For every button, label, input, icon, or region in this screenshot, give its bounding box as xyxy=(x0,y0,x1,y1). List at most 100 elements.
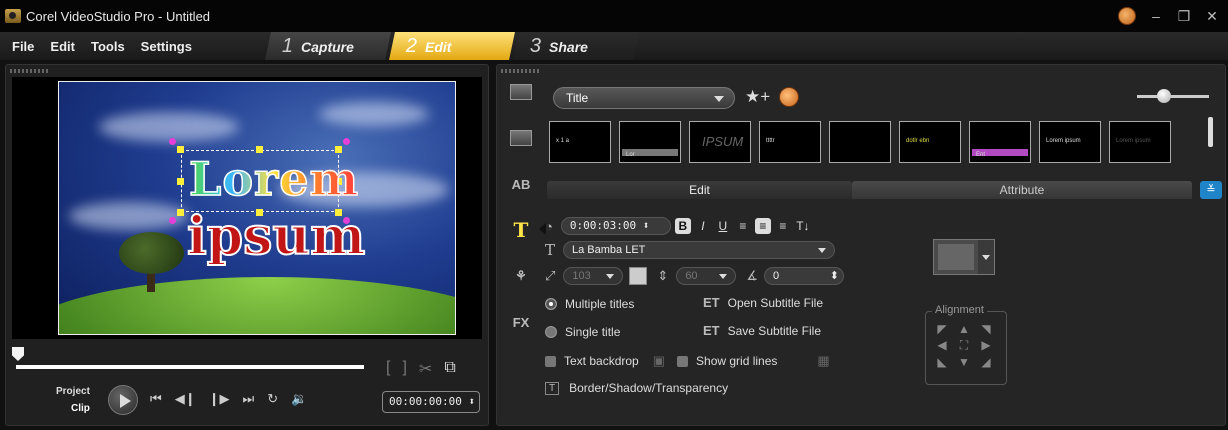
align-bottom-left-icon[interactable]: ◣ xyxy=(932,355,952,369)
timecode-value[interactable]: 00:00:00:00 xyxy=(389,395,462,408)
go-to-start-icon[interactable]: ⏮ xyxy=(150,391,162,407)
open-subtitle-row[interactable]: ET Open Subtitle File xyxy=(703,295,823,310)
align-bottom-center-icon[interactable]: ▼ xyxy=(954,355,974,369)
menu-tools[interactable]: Tools xyxy=(91,39,125,54)
resize-handle[interactable] xyxy=(177,209,184,216)
minimize-button[interactable]: – xyxy=(1148,7,1164,25)
tab-attribute[interactable]: Attribute xyxy=(852,181,1192,199)
next-frame-icon[interactable]: ❙▶ xyxy=(209,391,230,407)
bold-button[interactable]: B xyxy=(674,218,691,234)
underline-button[interactable]: U xyxy=(715,218,731,234)
align-middle-right-icon[interactable]: ▶ xyxy=(976,338,996,353)
font-color-swatch[interactable] xyxy=(629,267,648,285)
align-bottom-right-icon[interactable]: ◢ xyxy=(976,355,996,369)
graphic-tab[interactable]: ⚘ xyxy=(507,263,535,289)
align-left-button[interactable]: ≡ xyxy=(735,218,751,234)
add-to-favorites-icon[interactable]: ★+ xyxy=(745,87,770,107)
panel-grip[interactable] xyxy=(10,69,50,73)
menu-settings[interactable]: Settings xyxy=(141,39,192,54)
angle-spinner-icon[interactable]: ⬍ xyxy=(830,268,839,284)
step-share[interactable]: 3 Share xyxy=(513,32,639,60)
expand-options-button[interactable]: ≚ xyxy=(1200,181,1222,199)
title-thumbnail[interactable]: dotlr ebn xyxy=(899,121,961,163)
backdrop-settings-icon[interactable]: ▣ xyxy=(653,353,665,369)
volume-icon[interactable]: 🔉 xyxy=(291,391,307,407)
panel-grip[interactable] xyxy=(501,69,541,73)
scrubber-track[interactable] xyxy=(16,365,364,369)
project-mode-label[interactable]: Project xyxy=(56,383,90,400)
duration-field[interactable]: 0:00:03:00 ⬍ xyxy=(560,217,671,235)
align-right-button[interactable]: ≡ xyxy=(775,218,791,234)
single-title-radio[interactable] xyxy=(545,326,557,338)
title-thumbnail[interactable]: Lorem ipsum xyxy=(1039,121,1101,163)
show-grid-lines-label[interactable]: Show grid lines xyxy=(696,354,777,368)
line-spacing-dropdown[interactable]: 60 xyxy=(676,267,737,285)
rotate-handle[interactable] xyxy=(343,138,350,145)
timecode-field[interactable]: 00:00:00:00 ⬍ xyxy=(382,391,480,413)
timecode-spinner-icon[interactable]: ⬍ xyxy=(468,395,475,408)
enlarge-preview-icon[interactable]: ⧉ xyxy=(444,359,455,379)
italic-button[interactable]: I xyxy=(695,218,711,234)
font-size-dropdown[interactable]: 103 xyxy=(563,267,624,285)
open-subtitle-label[interactable]: Open Subtitle File xyxy=(728,296,823,310)
save-subtitle-label[interactable]: Save Subtitle File xyxy=(728,324,821,338)
title-thumbnail[interactable]: Ent xyxy=(969,121,1031,163)
border-shadow-label[interactable]: Border/Shadow/Transparency xyxy=(569,381,728,395)
split-clip-icon[interactable]: ✂ xyxy=(419,359,432,379)
title-thumbnail[interactable]: Lor xyxy=(619,121,681,163)
restore-button[interactable]: ❐ xyxy=(1176,7,1192,25)
scrubber-handle[interactable] xyxy=(12,347,24,361)
project-clip-toggle[interactable]: Project Clip xyxy=(56,383,90,417)
mark-in-icon[interactable]: [ xyxy=(386,359,390,379)
border-shadow-icon[interactable]: T xyxy=(545,381,560,395)
align-center-button[interactable]: ≡ xyxy=(754,218,771,234)
save-subtitle-row[interactable]: ET Save Subtitle File xyxy=(703,323,821,338)
title-thumbnail[interactable]: Lorem ipsum xyxy=(1109,121,1171,163)
resize-handle[interactable] xyxy=(177,178,184,185)
menu-edit[interactable]: Edit xyxy=(50,39,75,54)
align-top-right-icon[interactable]: ◥ xyxy=(976,322,996,336)
show-grid-lines-checkbox[interactable] xyxy=(677,355,689,367)
help-globe-icon[interactable] xyxy=(1118,7,1136,25)
get-more-content-icon[interactable] xyxy=(779,87,799,107)
library-scrollbar[interactable] xyxy=(1208,117,1213,147)
vertical-text-button[interactable]: T↓ xyxy=(795,218,811,234)
preview-title-line2[interactable]: ipsum xyxy=(186,205,366,268)
angle-field[interactable]: 0 ⬍ xyxy=(763,267,844,285)
menu-file[interactable]: File xyxy=(12,39,34,54)
library-category-dropdown[interactable]: Title xyxy=(553,87,735,109)
align-top-center-icon[interactable]: ▲ xyxy=(954,322,974,336)
play-button[interactable] xyxy=(108,385,138,415)
multiple-titles-label[interactable]: Multiple titles xyxy=(565,297,634,311)
thumbnail-size-slider[interactable] xyxy=(1137,95,1209,98)
slider-knob[interactable] xyxy=(1157,89,1171,103)
ab-tab[interactable]: AB xyxy=(507,171,535,197)
preview-title-line1[interactable]: Lorem xyxy=(188,151,359,207)
resize-handle[interactable] xyxy=(177,146,184,153)
step-edit[interactable]: 2 Edit xyxy=(389,32,515,60)
background-color-dropdown[interactable] xyxy=(933,239,995,275)
font-dropdown[interactable]: La Bamba LET xyxy=(563,241,836,259)
open-subtitle-icon[interactable]: ET xyxy=(703,295,720,310)
save-subtitle-icon[interactable]: ET xyxy=(703,323,720,338)
go-to-end-icon[interactable]: ⏭ xyxy=(242,391,254,407)
repeat-icon[interactable]: ↻ xyxy=(267,391,278,407)
title-thumbnail[interactable] xyxy=(829,121,891,163)
grid-settings-icon[interactable]: ▦ xyxy=(817,353,829,369)
rotate-handle[interactable] xyxy=(169,217,176,224)
duration-value[interactable]: 0:00:03:00 xyxy=(570,219,636,232)
multiple-titles-radio[interactable] xyxy=(545,298,557,310)
title-thumbnail[interactable]: ttttr xyxy=(759,121,821,163)
transition-tab[interactable] xyxy=(507,125,535,151)
angle-value[interactable]: 0 xyxy=(773,270,779,282)
text-backdrop-checkbox[interactable] xyxy=(545,355,556,367)
rotate-handle[interactable] xyxy=(169,138,176,145)
text-backdrop-label[interactable]: Text backdrop xyxy=(564,354,639,368)
step-capture[interactable]: 1 Capture xyxy=(265,32,391,60)
tab-edit[interactable]: Edit xyxy=(547,181,852,199)
align-middle-left-icon[interactable]: ◀ xyxy=(932,338,952,353)
align-center-icon[interactable]: ⛶ xyxy=(954,338,974,353)
title-thumbnail[interactable]: x 1 a xyxy=(549,121,611,163)
close-button[interactable]: ✕ xyxy=(1204,7,1220,25)
border-shadow-row[interactable]: T Border/Shadow/Transparency xyxy=(545,381,728,395)
